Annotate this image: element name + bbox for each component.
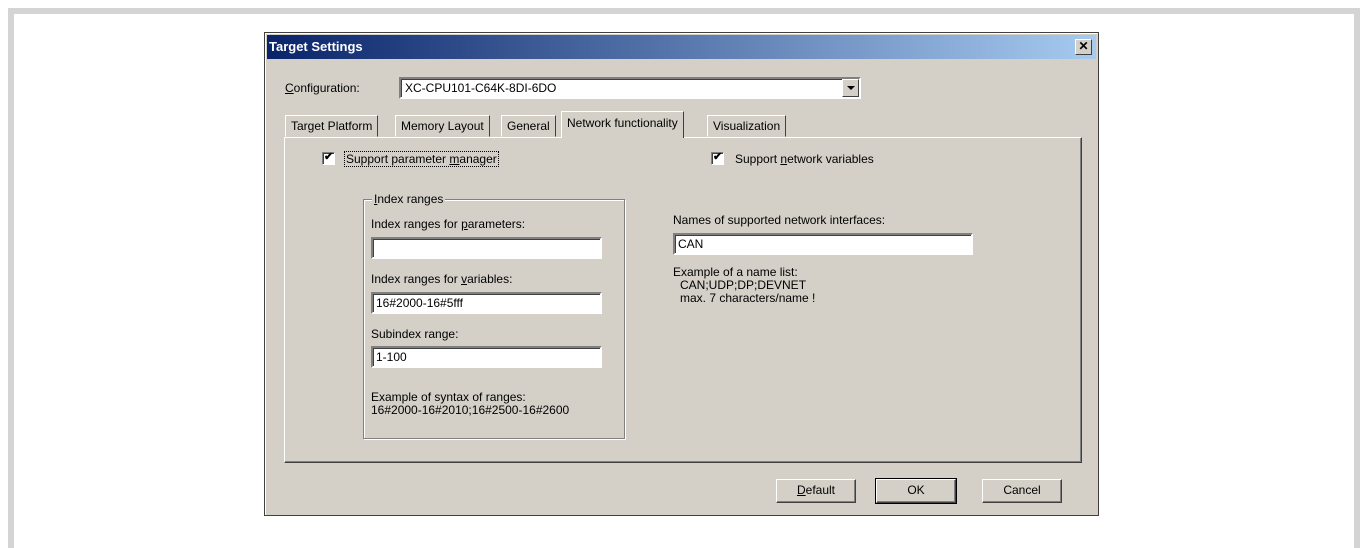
target-settings-dialog: Target Settings ✕ Configuration: XC-CPU1… bbox=[264, 32, 1099, 516]
params-range-label: Index ranges for parameters: bbox=[371, 217, 526, 231]
subindex-range-input[interactable]: 1-100 bbox=[371, 346, 602, 368]
tab-memory-layout[interactable]: Memory Layout bbox=[395, 115, 490, 137]
vars-range-label: Index ranges for variables: bbox=[371, 272, 513, 286]
interfaces-input[interactable]: CAN bbox=[673, 233, 973, 255]
interfaces-example: Example of a name list: CAN;UDP;DP;DEVNE… bbox=[673, 265, 816, 305]
ok-button[interactable]: OK bbox=[875, 478, 957, 504]
param-manager-checkbox[interactable] bbox=[322, 150, 335, 165]
range-syntax-example: Example of syntax of ranges: 16#2000-16#… bbox=[371, 390, 570, 417]
network-vars-checkbox[interactable] bbox=[711, 150, 724, 165]
interfaces-label: Names of supported network interfaces: bbox=[673, 213, 886, 227]
close-icon: ✕ bbox=[1078, 39, 1089, 53]
dialog-title: Target Settings bbox=[269, 39, 363, 54]
tab-network-functionality[interactable]: Network functionality bbox=[561, 111, 684, 138]
tab-visualization[interactable]: Visualization bbox=[707, 115, 787, 137]
configuration-label: Configuration: bbox=[285, 81, 360, 95]
cancel-button[interactable]: Cancel bbox=[982, 479, 1062, 503]
subindex-range-label: Subindex range: bbox=[371, 327, 459, 341]
configuration-value: XC-CPU101-C64K-8DI-6DO bbox=[405, 81, 557, 95]
network-vars-label: Support network variables bbox=[735, 152, 874, 166]
index-ranges-legend: Index ranges bbox=[372, 192, 446, 206]
close-button[interactable]: ✕ bbox=[1075, 39, 1092, 55]
params-range-input[interactable] bbox=[371, 237, 602, 259]
default-button[interactable]: Default bbox=[776, 479, 856, 503]
tab-general[interactable]: General bbox=[501, 115, 556, 137]
tab-target-platform[interactable]: Target Platform bbox=[285, 115, 379, 137]
chevron-down-icon[interactable] bbox=[842, 79, 859, 97]
param-manager-label: Support parameter manager bbox=[344, 151, 499, 167]
title-bar: Target Settings ✕ bbox=[267, 35, 1096, 59]
configuration-select[interactable]: XC-CPU101-C64K-8DI-6DO bbox=[399, 77, 861, 99]
vars-range-input[interactable]: 16#2000-16#5fff bbox=[371, 292, 602, 314]
